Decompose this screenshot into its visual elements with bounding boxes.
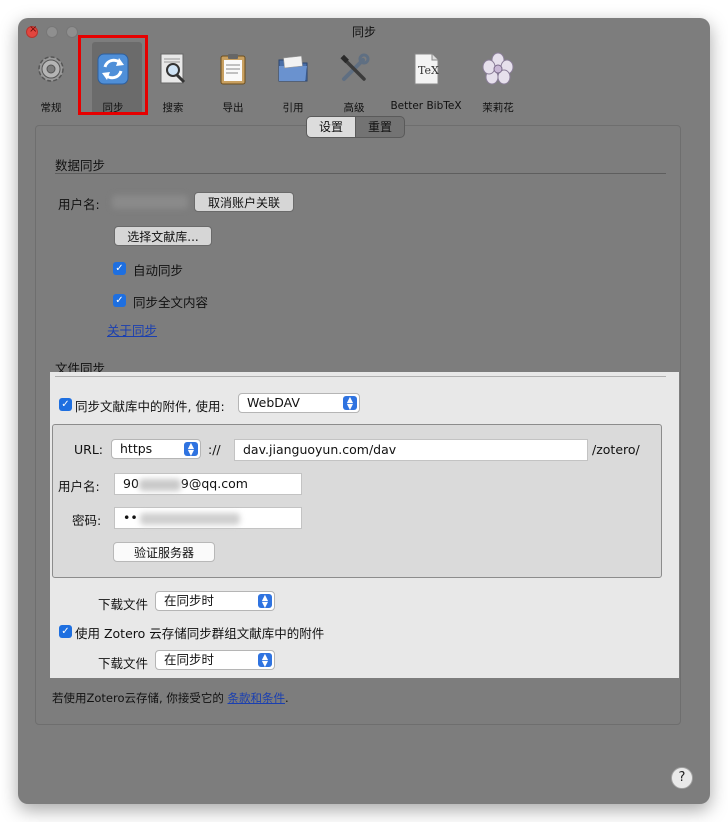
sync-fulltext-checkbox[interactable]: ✓ [113, 294, 126, 307]
select-arrows-icon: ▲ ▼ [343, 396, 357, 411]
group-sync-checkbox[interactable]: ✓ [59, 625, 72, 638]
preferences-window: 同步 常规 同步 搜索 [18, 18, 710, 804]
data-sync-username-label: 用户名: [58, 197, 100, 212]
file-sync-divider [55, 376, 666, 377]
folder-icon [278, 55, 308, 82]
group-download-files-label: 下载文件 [98, 656, 149, 671]
toolbar-label-jasmine: 茉莉花 [482, 102, 514, 114]
gear-icon [38, 56, 64, 82]
username-prefix: 90 [123, 476, 139, 491]
selected-tab-highlight-box [78, 35, 148, 115]
protocol-select[interactable]: https ▲ ▼ [111, 439, 201, 459]
group-sync-label: 使用 Zotero 云存储同步群组文献库中的附件 [75, 626, 325, 641]
choose-library-button[interactable]: 选择文献库... [114, 226, 212, 246]
data-sync-heading: 数据同步 [55, 158, 106, 173]
group-download-files-value: 在同步时 [164, 652, 215, 667]
svg-text:TeX: TeX [418, 64, 439, 77]
select-arrows-icon: ▲ ▼ [258, 594, 272, 609]
toolbar-item-jasmine[interactable]: 茉莉花 [469, 50, 527, 120]
password-input[interactable]: •• [114, 507, 302, 529]
redacted-username-part [138, 478, 181, 491]
settings-segmented-control: 设置 重置 [306, 116, 406, 138]
toolbar-label-advanced: 高级 [343, 102, 365, 114]
tab-settings[interactable]: 设置 [307, 117, 357, 137]
sync-attachments-label: 同步文献库中的附件, 使用: [75, 399, 225, 414]
webdav-username-input[interactable]: 90 9@qq.com [114, 473, 302, 495]
sync-method-select[interactable]: WebDAV ▲ ▼ [238, 393, 360, 413]
password-label: 密码: [72, 513, 102, 528]
select-arrows-icon: ▲ ▼ [258, 653, 272, 668]
auto-sync-label: 自动同步 [133, 263, 184, 278]
tools-icon [340, 53, 370, 81]
toolbar-item-cite[interactable]: 引用 [264, 50, 322, 120]
toolbar-item-advanced[interactable]: 高级 [325, 50, 383, 120]
download-files-label: 下载文件 [98, 597, 149, 612]
username-suffix: 9@qq.com [180, 476, 248, 491]
group-download-files-select[interactable]: 在同步时 ▲ ▼ [155, 650, 275, 670]
tex-icon: TeX [414, 53, 439, 85]
verify-server-button[interactable]: 验证服务器 [113, 542, 215, 562]
download-files-select[interactable]: 在同步时 ▲ ▼ [155, 591, 275, 611]
toolbar-item-general[interactable]: 常规 [22, 50, 80, 120]
toolbar-item-better-bibtex[interactable]: TeX Better BibTeX [390, 50, 462, 120]
url-label: URL: [74, 442, 104, 457]
protocol-value: https [120, 441, 153, 456]
about-sync-link[interactable]: 关于同步 [107, 320, 157, 339]
password-mask: •• [123, 510, 138, 525]
redacted-username [112, 195, 188, 209]
auto-sync-checkbox[interactable]: ✓ [113, 262, 126, 275]
clipboard-icon [220, 54, 246, 85]
unlink-account-button[interactable]: 取消账户关联 [194, 192, 294, 212]
terms-prefix: 若使用Zotero云存储, 你接受它的 [52, 691, 228, 705]
url-suffix: /zotero/ [592, 442, 640, 457]
tab-reset[interactable]: 重置 [356, 117, 404, 137]
sync-fulltext-label: 同步全文内容 [133, 295, 209, 310]
terms-link[interactable]: 条款和条件 [227, 691, 285, 705]
jasmine-flower-icon [482, 52, 514, 85]
select-arrows-icon: ▲ ▼ [184, 442, 198, 457]
sync-attachments-checkbox[interactable]: ✓ [59, 398, 72, 411]
webdav-url-input[interactable]: dav.jianguoyun.com/dav [234, 439, 588, 461]
toolbar-label-better-bibtex: Better BibTeX [390, 100, 462, 112]
webdav-username-label: 用户名: [58, 479, 100, 494]
url-separator: :// [208, 442, 221, 457]
sync-method-value: WebDAV [247, 395, 300, 410]
download-files-value: 在同步时 [164, 593, 215, 608]
terms-text: 若使用Zotero云存储, 你接受它的 条款和条件. [52, 690, 289, 706]
help-button[interactable]: ? [671, 767, 693, 789]
data-sync-divider [55, 173, 666, 174]
terms-suffix: . [284, 691, 289, 705]
search-icon [160, 53, 186, 84]
redacted-password [139, 512, 240, 525]
